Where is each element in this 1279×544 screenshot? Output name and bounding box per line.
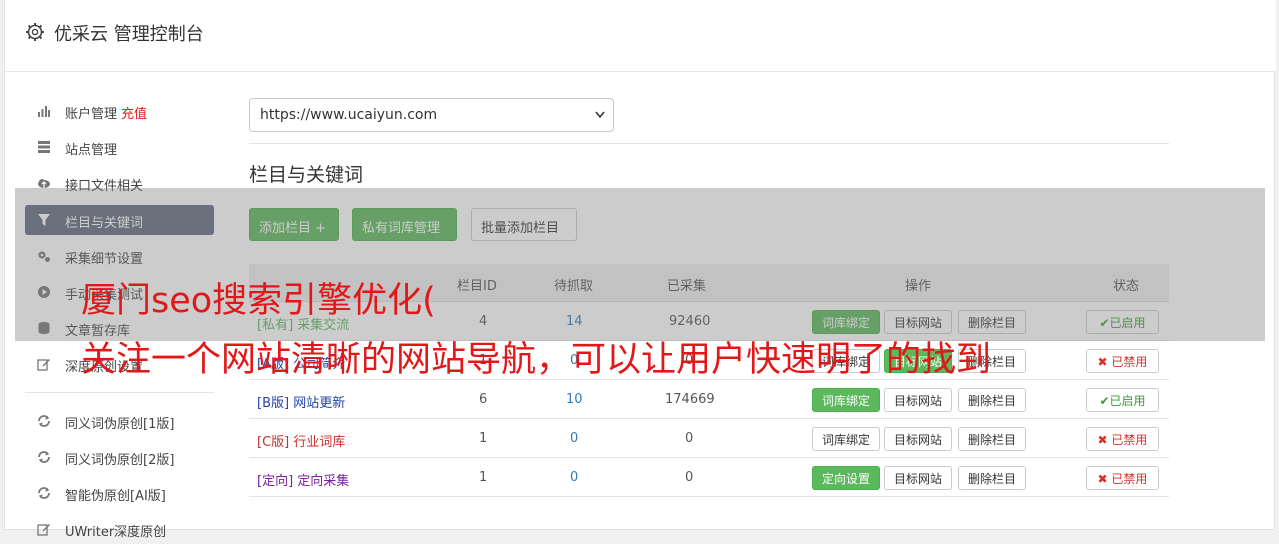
status-toggle[interactable]: ✔已启用 [1086, 388, 1159, 412]
directed-settings-button[interactable]: 定向设置 [812, 466, 881, 490]
refresh-icon [38, 415, 50, 427]
row-name-link[interactable]: 行业词库 [293, 435, 345, 450]
row-collected: 0 [685, 431, 694, 446]
chevron-down-icon [595, 111, 605, 119]
sidebar-divider [25, 392, 214, 393]
table-row: [B版] 网站更新 6 10 174669 词库绑定 目标网站 删除栏目 ✔已启… [249, 380, 1169, 419]
target-site-button[interactable]: 目标网站 [884, 427, 953, 451]
status-toggle[interactable]: ✖ 已禁用 [1086, 427, 1159, 451]
gear-icon [26, 23, 44, 41]
watermark-overlay: 厦门seo搜索引擎优化( 关注一个网站清晰的网站导航，可以让用户快速明了的找到 [15, 188, 1265, 380]
sidebar-item-synonym-v2[interactable]: 同义词伪原创[2版] [25, 442, 214, 472]
status-label: 已禁用 [1111, 433, 1148, 447]
row-pending[interactable]: 0 [570, 431, 578, 446]
table-row: [C版] 行业词库 1 0 0 词库绑定 目标网站 删除栏目 ✖ 已禁用 [249, 419, 1169, 458]
delete-column-button[interactable]: 删除栏目 [958, 388, 1027, 412]
target-site-button[interactable]: 目标网站 [884, 466, 953, 490]
divider [249, 143, 1169, 144]
row-id: 1 [479, 470, 488, 485]
sidebar-item-sites[interactable]: 站点管理 [25, 132, 214, 162]
sidebar-item-label: 同义词伪原创[2版] [65, 453, 175, 468]
status-label: 已禁用 [1111, 472, 1148, 486]
delete-column-button[interactable]: 删除栏目 [958, 466, 1027, 490]
sidebar-item-uwriter[interactable]: UWriter深度原创 [25, 514, 214, 544]
status-label: 已禁用 [1111, 355, 1148, 369]
top-bar: 优采云 管理控制台 [5, 0, 1276, 72]
sidebar-item-label: 智能伪原创[AI版] [65, 489, 166, 504]
edit-icon [37, 359, 50, 371]
bind-library-button[interactable]: 词库绑定 [812, 388, 881, 412]
edit-icon [37, 524, 50, 536]
overlay-text-line2: 关注一个网站清晰的网站导航，可以让用户快速明了的找到 [81, 340, 992, 380]
overlay-text-line1: 厦门seo搜索引擎优化( [81, 281, 436, 321]
sidebar-item-account[interactable]: 账户管理 充值 [25, 96, 214, 126]
row-name-link[interactable]: 定向采集 [297, 474, 349, 489]
sidebar-item-ai-rewrite[interactable]: 智能伪原创[AI版] [25, 478, 214, 508]
row-id: 1 [479, 431, 488, 446]
bind-library-button[interactable]: 词库绑定 [812, 427, 881, 451]
delete-column-button[interactable]: 删除栏目 [958, 427, 1027, 451]
row-tag: [B版] [257, 396, 290, 411]
sidebar-item-label: 站点管理 [65, 143, 118, 158]
server-icon [38, 141, 50, 153]
status-toggle[interactable]: ✖ 已禁用 [1086, 466, 1159, 490]
app-title: 优采云 管理控制台 [54, 24, 204, 45]
sidebar-item-synonym-v1[interactable]: 同义词伪原创[1版] [25, 406, 214, 436]
row-tag: [C版] [257, 435, 290, 450]
row-pending[interactable]: 0 [570, 470, 578, 485]
table-row: [定向] 定向采集 1 0 0 定向设置 目标网站 删除栏目 ✖ 已禁用 [249, 458, 1169, 497]
row-id: 6 [479, 392, 488, 407]
site-select[interactable]: https://www.ucaiyun.com [249, 98, 614, 132]
sidebar-item-label: UWriter深度原创 [65, 525, 167, 540]
status-label: 已启用 [1109, 394, 1146, 408]
recharge-link[interactable]: 充值 [121, 107, 147, 122]
sidebar-item-label: 账户管理 [65, 107, 118, 122]
target-site-button[interactable]: 目标网站 [884, 388, 953, 412]
status-toggle[interactable]: ✖ 已禁用 [1086, 349, 1159, 373]
row-collected: 0 [685, 470, 694, 485]
bar-chart-icon [38, 106, 50, 117]
refresh-icon [38, 451, 50, 463]
row-collected: 174669 [665, 392, 715, 407]
sidebar-item-label: 同义词伪原创[1版] [65, 417, 175, 432]
refresh-icon [38, 487, 50, 499]
row-tag: [定向] [257, 474, 294, 489]
site-select-value: https://www.ucaiyun.com [260, 107, 438, 123]
section-title: 栏目与关键词 [249, 164, 364, 186]
row-pending[interactable]: 10 [566, 392, 583, 407]
row-name-link[interactable]: 网站更新 [293, 396, 345, 411]
